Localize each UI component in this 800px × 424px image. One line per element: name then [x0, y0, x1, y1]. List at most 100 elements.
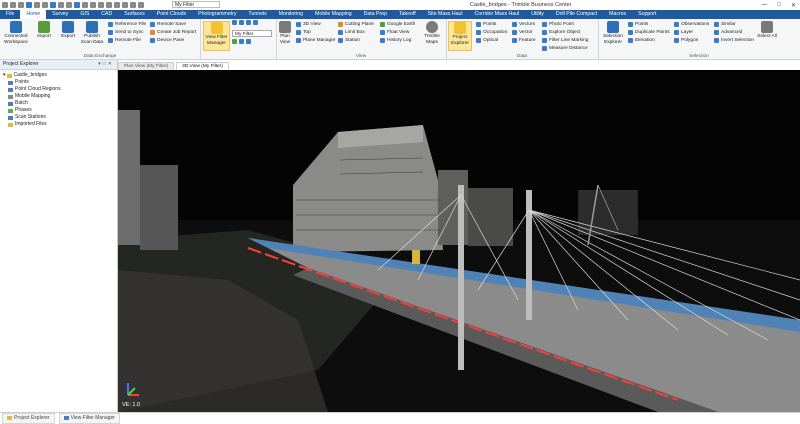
- tab-corridor-mass-haul[interactable]: Corridor Mass Haul: [469, 10, 526, 19]
- zoom-out-icon[interactable]: [239, 20, 244, 25]
- points-button[interactable]: Points: [476, 21, 496, 28]
- close-icon[interactable]: ✕: [791, 2, 796, 9]
- zoom-extents-icon[interactable]: [246, 20, 251, 25]
- tab-monitoring[interactable]: Monitoring: [273, 10, 309, 19]
- tree-item-imported-files[interactable]: Imported Files: [0, 121, 117, 128]
- station-button[interactable]: Station: [338, 37, 360, 44]
- invert-selection-button[interactable]: Invert Selection: [714, 37, 754, 44]
- tree-item-points[interactable]: Points: [0, 79, 117, 86]
- advanced-button[interactable]: Advanced: [714, 29, 742, 36]
- trimble-maps-button[interactable]: Trimble Maps: [420, 21, 444, 45]
- tab-cad[interactable]: CAD: [95, 10, 118, 19]
- tab-photogrammetry[interactable]: Photogrammetry: [192, 10, 242, 19]
- 3d-view-button[interactable]: 3D View: [296, 21, 321, 28]
- connected-workspace-button[interactable]: Connected Workspace: [2, 21, 30, 45]
- create-job-report-button[interactable]: Create Job Report: [150, 29, 196, 36]
- collapse-icon[interactable]: ▾: [3, 72, 6, 79]
- select-points-button[interactable]: Points: [628, 21, 648, 28]
- quick-access-icon[interactable]: [2, 2, 8, 8]
- float-view-button[interactable]: Float View: [380, 29, 409, 36]
- tree-item-point-cloud-regions[interactable]: Point Cloud Regions: [0, 86, 117, 93]
- polygon-button[interactable]: Polygon: [674, 37, 698, 44]
- publish-scan-data-button[interactable]: Publish Scan Data: [80, 21, 104, 45]
- tab-takeoff[interactable]: Takeoff: [393, 10, 422, 19]
- quick-access-icon[interactable]: [58, 2, 64, 8]
- tab-point-clouds[interactable]: Point Clouds: [151, 10, 192, 19]
- send-to-sync-button[interactable]: Send to Sync: [108, 29, 144, 36]
- pan-icon[interactable]: [253, 20, 258, 25]
- quick-access-icon[interactable]: [74, 2, 80, 8]
- quick-filter-dropdown[interactable]: My Filter: [172, 1, 220, 8]
- top-view-button[interactable]: Top: [296, 29, 311, 36]
- filter-dropdown[interactable]: My Filter: [232, 30, 272, 37]
- tab-3d-view[interactable]: 3D View (My Filter): [176, 62, 229, 70]
- tab-file[interactable]: File: [0, 10, 20, 19]
- quick-access-icon[interactable]: [50, 2, 56, 8]
- google-earth-button[interactable]: Google Earth: [380, 21, 415, 28]
- filter-line-marking-button[interactable]: Filter Line Marking: [542, 37, 588, 44]
- explore-object-button[interactable]: Explore Object: [542, 29, 580, 36]
- tab-plan-view[interactable]: Plan View (My Filter): [118, 62, 175, 70]
- view-filter-manager-button[interactable]: View Filter Manager: [203, 21, 230, 51]
- tree-item-mobile-mapping[interactable]: Mobile Mapping: [0, 93, 117, 100]
- quick-access-icon[interactable]: [82, 2, 88, 8]
- tree-item-phases[interactable]: Phases: [0, 107, 117, 114]
- measure-distance-button[interactable]: Measure Distance: [542, 45, 588, 52]
- close-icon[interactable]: ✕: [108, 61, 114, 67]
- layer-button[interactable]: Layer: [674, 29, 693, 36]
- similar-button[interactable]: Similar: [714, 21, 736, 28]
- tree-root[interactable]: ▾ Castle_bridges: [0, 72, 117, 79]
- project-explorer-button[interactable]: Project Explorer: [448, 21, 472, 51]
- tree-item-scan-stations[interactable]: Scan Stations: [0, 114, 117, 121]
- tab-data-prep[interactable]: Data Prep: [358, 10, 393, 19]
- photo-point-button[interactable]: Photo Point: [542, 21, 574, 28]
- quick-access-icon[interactable]: [42, 2, 48, 8]
- occupation-button[interactable]: Occupation: [476, 29, 507, 36]
- tab-gis[interactable]: GIS: [74, 10, 95, 19]
- observations-button[interactable]: Observations: [674, 21, 709, 28]
- quick-access-icon[interactable]: [106, 2, 112, 8]
- vectors-button[interactable]: Vectors: [512, 21, 535, 28]
- tab-support[interactable]: Support: [632, 10, 662, 19]
- vector-button[interactable]: Vector: [512, 29, 533, 36]
- plane-manager-button[interactable]: Plane Manager: [296, 37, 336, 44]
- quick-access-icon[interactable]: [122, 2, 128, 8]
- import-button[interactable]: Import: [32, 21, 56, 40]
- quick-access-icon[interactable]: [66, 2, 72, 8]
- feature-button[interactable]: Feature: [512, 37, 536, 44]
- lasso-icon[interactable]: [246, 39, 251, 44]
- remote-save-button[interactable]: Remote Save: [150, 21, 186, 28]
- plan-view-button[interactable]: Plan View: [276, 21, 294, 45]
- reference-file-button[interactable]: Reference File: [108, 21, 146, 28]
- remote-file-button[interactable]: Remote File: [108, 37, 141, 44]
- quick-access-icon[interactable]: [26, 2, 32, 8]
- quick-access-icon[interactable]: [34, 2, 40, 8]
- select-all-button[interactable]: Select All: [756, 21, 778, 40]
- tab-tunnels[interactable]: Tunnels: [243, 10, 273, 19]
- tab-utility[interactable]: Utility: [525, 10, 550, 19]
- quick-access-icon[interactable]: [90, 2, 96, 8]
- quick-access-icon[interactable]: [114, 2, 120, 8]
- minimize-icon[interactable]: —: [761, 2, 767, 8]
- tab-view-filter-manager[interactable]: View Filter Manager: [58, 412, 120, 424]
- maximize-icon[interactable]: □: [777, 2, 781, 8]
- tab-surfaces[interactable]: Surfaces: [118, 10, 150, 19]
- tab-project-explorer[interactable]: Project Explorer: [2, 412, 55, 424]
- tab-mobile-mapping[interactable]: Mobile Mapping: [309, 10, 358, 19]
- quick-access-icon[interactable]: [138, 2, 144, 8]
- device-pane-button[interactable]: Device Pane: [150, 37, 184, 44]
- history-log-button[interactable]: History Log: [380, 37, 411, 44]
- 3d-viewport[interactable]: VE: 1.0: [118, 70, 800, 412]
- zoom-in-icon[interactable]: [232, 20, 237, 25]
- orbit-icon[interactable]: [239, 39, 244, 44]
- tab-survey[interactable]: Survey: [46, 10, 74, 19]
- quick-access-icon[interactable]: [130, 2, 136, 8]
- duplicate-points-button[interactable]: Duplicate Points: [628, 29, 670, 36]
- limit-box-button[interactable]: Limit Box: [338, 29, 365, 36]
- tab-home[interactable]: Home: [20, 10, 47, 19]
- tab-macros[interactable]: Macros: [603, 10, 632, 19]
- quick-access-icon[interactable]: [18, 2, 24, 8]
- cutting-plane-button[interactable]: Cutting Plane: [338, 21, 374, 28]
- quick-access-icon[interactable]: [10, 2, 16, 8]
- selection-explorer-button[interactable]: Selection Explorer: [600, 21, 626, 45]
